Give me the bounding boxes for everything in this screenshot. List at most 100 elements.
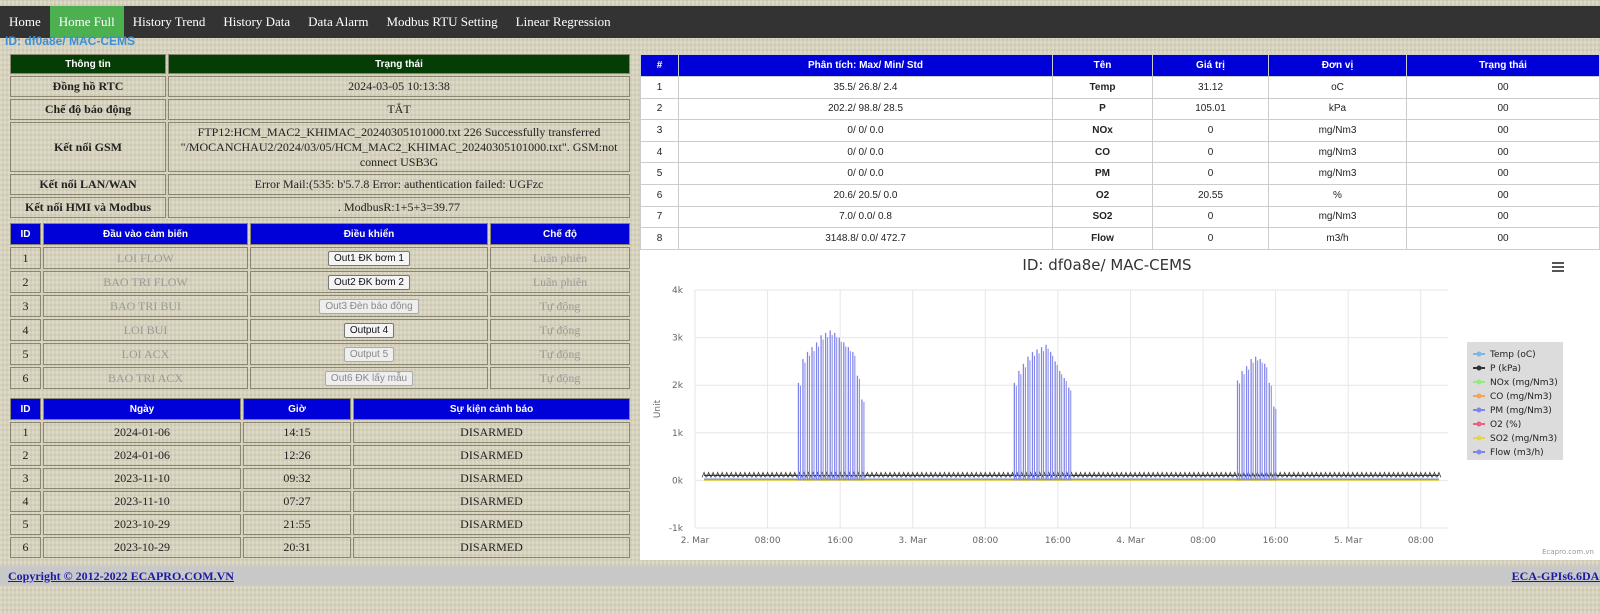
nav-item-history-trend[interactable]: History Trend	[124, 6, 215, 38]
trend-chart-svg: ID: df0a8e/ MAC-CEMS 4k 3k 2k 1k 0k -1k 2. Mar 0…	[653, 256, 1594, 556]
x-tick-label: 16:00	[1263, 536, 1289, 546]
alarm-id: 4	[10, 491, 41, 512]
meas-value: 0	[1152, 227, 1269, 250]
sensor-control-cell: Out6 ĐK lấy mẫu	[250, 367, 488, 389]
output-5-button[interactable]: Output 5	[343, 347, 395, 362]
trend-chart: ID: df0a8e/ MAC-CEMS 4k 3k 2k 1k 0k -1k 2. Mar 0…	[640, 250, 1600, 560]
alarm-row: 6 2023-10-29 20:31 DISARMED	[10, 537, 630, 558]
sensor-input: LOI BUI	[43, 319, 248, 341]
legend-marker	[1476, 435, 1482, 441]
meas-n: 6	[640, 183, 679, 207]
meas-unit: mg/Nm3	[1268, 205, 1407, 229]
copyright-link[interactable]: Copyright © 2012-2022 ECAPRO.COM.VN	[8, 569, 234, 584]
alarm-time: 12:26	[243, 445, 351, 466]
meas-unit: mg/Nm3	[1268, 162, 1407, 185]
nav-item-data-alarm[interactable]: Data Alarm	[299, 6, 377, 38]
sensor-mode: Tự động	[490, 295, 630, 317]
meas-name: CO	[1052, 140, 1153, 164]
info-row: Kết nối LAN/WAN Error Mail:(535: b'5.7.8 …	[10, 174, 630, 195]
info-row: Chế độ báo động TẮT	[10, 99, 630, 120]
meas-row: 4 0/ 0/ 0.0 CO 0 mg/Nm3 00	[640, 140, 1600, 164]
meas-row: 2 202.2/ 98.8/ 28.5 P 105.01 kPa 00	[640, 97, 1600, 121]
meas-stats: 0/ 0/ 0.0	[678, 119, 1053, 142]
legend-item: PM (mg/Nm3)	[1490, 406, 1552, 416]
meas-value: 0	[1152, 205, 1269, 229]
sensor-input: LOI ACX	[43, 343, 248, 365]
info-value: . ModbusR:1+5+3=39.77	[168, 197, 630, 218]
output-6-button[interactable]: Out6 ĐK lấy mẫu	[324, 371, 414, 386]
x-tick-label: 3. Mar	[899, 536, 928, 546]
legend-marker	[1476, 393, 1482, 399]
meas-status: 00	[1406, 119, 1600, 142]
alarm-date: 2023-11-10	[43, 468, 241, 489]
x-tick-label: 16:00	[827, 536, 853, 546]
info-row: Kết nối GSM FTP12:HCM_MAC2_KHIMAC_2024030…	[10, 122, 630, 172]
alarm-time: 20:31	[243, 537, 351, 558]
output-3-button[interactable]: Out3 Đèn báo động	[319, 299, 419, 314]
x-tick-label: 5. Mar	[1334, 536, 1363, 546]
output-1-button[interactable]: Out1 ĐK bơm 1	[328, 251, 410, 266]
info-value: 2024-03-05 10:13:38	[168, 76, 630, 97]
menu-icon	[1552, 266, 1564, 268]
meas-stats: 35.5/ 26.8/ 2.4	[678, 76, 1053, 99]
alarm-event: DISARMED	[353, 422, 630, 443]
alarm-row: 3 2023-11-10 09:32 DISARMED	[10, 468, 630, 489]
meas-stats: 0/ 0/ 0.0	[678, 140, 1053, 164]
sensor-id: 3	[10, 295, 41, 317]
legend-item: NOx (mg/Nm3)	[1490, 378, 1558, 388]
version-link[interactable]: ECA-GPIs6.6DA-FTP2	[1512, 569, 1600, 584]
meas-row: 3 0/ 0/ 0.0 NOx 0 mg/Nm3 00	[640, 119, 1600, 142]
info-label: Chế độ báo động	[10, 99, 166, 120]
info-label: Đồng hồ RTC	[10, 76, 166, 97]
alarm-event: DISARMED	[353, 491, 630, 512]
nav-item-history-data[interactable]: History Data	[214, 6, 299, 38]
meas-n: 7	[640, 205, 679, 229]
x-tick-label: 4. Mar	[1116, 536, 1145, 546]
meas-n: 1	[640, 76, 679, 99]
alarm-id: 6	[10, 537, 41, 558]
output-4-button[interactable]: Output 4	[343, 323, 395, 338]
sensor-id: 6	[10, 367, 41, 389]
meas-stats: 202.2/ 98.8/ 28.5	[678, 97, 1053, 121]
sensor-mode: Tự động	[490, 343, 630, 365]
info-value: Error Mail:(535: b'5.7.8 Error: authenti…	[168, 174, 630, 195]
meas-unit: %	[1268, 183, 1407, 207]
sensor-control-cell: Out3 Đèn báo động	[250, 295, 488, 317]
alarm-id: 3	[10, 468, 41, 489]
meas-row: 7 7.0/ 0.0/ 0.8 SO2 0 mg/Nm3 00	[640, 205, 1600, 229]
alarm-time: 07:27	[243, 491, 351, 512]
menu-icon	[1552, 270, 1564, 272]
alarm-date: 2024-01-06	[43, 445, 241, 466]
meas-n: 8	[640, 227, 679, 250]
alarm-row: 4 2023-11-10 07:27 DISARMED	[10, 491, 630, 512]
alarm-id: 1	[10, 422, 41, 443]
legend-marker	[1476, 449, 1482, 455]
meas-name: O2	[1052, 183, 1153, 207]
meas-unit: oC	[1268, 76, 1407, 99]
sensor-control-cell: Output 4	[250, 319, 488, 341]
nav-item-linear-regression[interactable]: Linear Regression	[507, 6, 620, 38]
meas-row: 5 0/ 0/ 0.0 PM 0 mg/Nm3 00	[640, 162, 1600, 185]
meas-value: 0	[1152, 162, 1269, 185]
nav-item-modbus-rtu-setting[interactable]: Modbus RTU Setting	[377, 6, 506, 38]
legend-item: Temp (oC)	[1489, 350, 1536, 360]
sensor-mode: Tự động	[490, 367, 630, 389]
meas-value: 20.55	[1152, 183, 1269, 207]
meas-header-n: #	[640, 54, 679, 77]
meas-unit: m3/h	[1268, 227, 1407, 250]
x-tick-label: 2. Mar	[681, 536, 710, 546]
legend-marker	[1476, 365, 1482, 371]
info-row: Đồng hồ RTC 2024-03-05 10:13:38	[10, 76, 630, 97]
sensor-id: 4	[10, 319, 41, 341]
alarm-row: 2 2024-01-06 12:26 DISARMED	[10, 445, 630, 466]
device-id: ID: df0a8e/ MAC-CEMS	[5, 34, 136, 48]
meas-row: 8 3148.8/ 0.0/ 472.7 Flow 0 m3/h 00	[640, 227, 1600, 250]
alarm-event: DISARMED	[353, 537, 630, 558]
meas-stats: 0/ 0/ 0.0	[678, 162, 1053, 185]
meas-header-name: Tên	[1052, 54, 1153, 77]
output-2-button[interactable]: Out2 ĐK bơm 2	[328, 275, 410, 290]
sensor-id: 2	[10, 271, 41, 293]
alarm-event: DISARMED	[353, 468, 630, 489]
alarm-event: DISARMED	[353, 514, 630, 535]
meas-name: Flow	[1052, 227, 1153, 250]
